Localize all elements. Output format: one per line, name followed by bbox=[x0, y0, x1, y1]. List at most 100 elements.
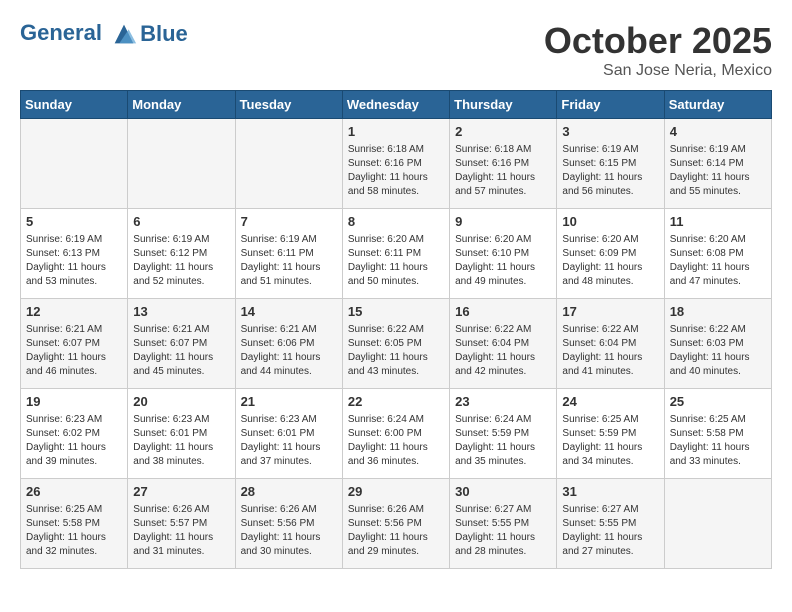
day-number: 27 bbox=[133, 483, 229, 501]
day-info: Sunrise: 6:21 AM Sunset: 6:06 PM Dayligh… bbox=[241, 323, 337, 379]
day-number: 17 bbox=[562, 303, 658, 321]
calendar-day-8: 8 Sunrise: 6:20 AM Sunset: 6:11 PM Daylig… bbox=[342, 209, 449, 299]
calendar-day-20: 20Sunrise: 6:23 AM Sunset: 6:01 PM Dayli… bbox=[128, 389, 235, 479]
calendar-day-24: 24Sunrise: 6:25 AM Sunset: 5:59 PM Dayli… bbox=[557, 389, 664, 479]
day-info: Sunrise: 6:26 AM Sunset: 5:57 PM Dayligh… bbox=[133, 503, 229, 559]
day-number: 29 bbox=[348, 483, 444, 501]
weekday-header-sunday: Sunday bbox=[21, 91, 128, 119]
day-info: Sunrise: 6:20 AM Sunset: 6:08 PM Dayligh… bbox=[670, 233, 766, 289]
day-info: Sunrise: 6:19 AM Sunset: 6:15 PM Dayligh… bbox=[562, 143, 658, 199]
day-number: 10 bbox=[562, 213, 658, 231]
calendar-day-12: 12 Sunrise: 6:21 AM Sunset: 6:07 PM Dayli… bbox=[21, 299, 128, 389]
calendar-day-23: 23 Sunrise: 6:24 AM Sunset: 5:59 PM Dayli… bbox=[450, 389, 557, 479]
day-info: Sunrise: 6:22 AM Sunset: 6:04 PM Dayligh… bbox=[562, 323, 658, 379]
calendar-day-13: 13Sunrise: 6:21 AM Sunset: 6:07 PM Dayli… bbox=[128, 299, 235, 389]
day-info: Sunrise: 6:27 AM Sunset: 5:55 PM Dayligh… bbox=[455, 503, 551, 559]
calendar-day-5: 5 Sunrise: 6:19 AM Sunset: 6:13 PM Daylig… bbox=[21, 209, 128, 299]
calendar-week-1: 5 Sunrise: 6:19 AM Sunset: 6:13 PM Daylig… bbox=[21, 209, 772, 299]
weekday-header-row: SundayMondayTuesdayWednesdayThursdayFrid… bbox=[21, 91, 772, 119]
day-number: 2 bbox=[455, 123, 551, 141]
calendar-day-30: 30 Sunrise: 6:27 AM Sunset: 5:55 PM Dayli… bbox=[450, 479, 557, 569]
day-number: 9 bbox=[455, 213, 551, 231]
day-number: 4 bbox=[670, 123, 766, 141]
calendar-body: 1 Sunrise: 6:18 AM Sunset: 6:16 PM Daylig… bbox=[21, 119, 772, 569]
day-info: Sunrise: 6:22 AM Sunset: 6:04 PM Dayligh… bbox=[455, 323, 551, 379]
day-info: Sunrise: 6:25 AM Sunset: 5:58 PM Dayligh… bbox=[26, 503, 122, 559]
logo-text-general: General bbox=[20, 20, 102, 45]
day-number: 22 bbox=[348, 393, 444, 411]
day-number: 25 bbox=[670, 393, 766, 411]
day-number: 13 bbox=[133, 303, 229, 321]
day-number: 31 bbox=[562, 483, 658, 501]
calendar-day-19: 19 Sunrise: 6:23 AM Sunset: 6:02 PM Dayli… bbox=[21, 389, 128, 479]
calendar-day-1: 1 Sunrise: 6:18 AM Sunset: 6:16 PM Daylig… bbox=[342, 119, 449, 209]
day-number: 8 bbox=[348, 213, 444, 231]
day-info: Sunrise: 6:26 AM Sunset: 5:56 PM Dayligh… bbox=[348, 503, 444, 559]
calendar-day-26: 26 Sunrise: 6:25 AM Sunset: 5:58 PM Dayli… bbox=[21, 479, 128, 569]
day-number: 11 bbox=[670, 213, 766, 231]
calendar-table: SundayMondayTuesdayWednesdayThursdayFrid… bbox=[20, 90, 772, 569]
day-number: 30 bbox=[455, 483, 551, 501]
day-number: 3 bbox=[562, 123, 658, 141]
day-number: 14 bbox=[241, 303, 337, 321]
calendar-day-28: 28 Sunrise: 6:26 AM Sunset: 5:56 PM Dayli… bbox=[235, 479, 342, 569]
calendar-week-4: 26 Sunrise: 6:25 AM Sunset: 5:58 PM Dayli… bbox=[21, 479, 772, 569]
day-info: Sunrise: 6:21 AM Sunset: 6:07 PM Dayligh… bbox=[26, 323, 122, 379]
day-info: Sunrise: 6:24 AM Sunset: 6:00 PM Dayligh… bbox=[348, 413, 444, 469]
month-title: October 2025 bbox=[544, 20, 772, 62]
day-number: 18 bbox=[670, 303, 766, 321]
day-info: Sunrise: 6:20 AM Sunset: 6:11 PM Dayligh… bbox=[348, 233, 444, 289]
calendar-day-27: 27 Sunrise: 6:26 AM Sunset: 5:57 PM Dayli… bbox=[128, 479, 235, 569]
calendar-day-14: 14 Sunrise: 6:21 AM Sunset: 6:06 PM Dayli… bbox=[235, 299, 342, 389]
title-block: October 2025 San Jose Neria, Mexico bbox=[544, 20, 772, 80]
day-number: 19 bbox=[26, 393, 122, 411]
day-number: 16 bbox=[455, 303, 551, 321]
day-info: Sunrise: 6:19 AM Sunset: 6:13 PM Dayligh… bbox=[26, 233, 122, 289]
weekday-header-saturday: Saturday bbox=[664, 91, 771, 119]
logo: General Blue bbox=[20, 20, 188, 48]
day-info: Sunrise: 6:26 AM Sunset: 5:56 PM Dayligh… bbox=[241, 503, 337, 559]
weekday-header-thursday: Thursday bbox=[450, 91, 557, 119]
day-info: Sunrise: 6:20 AM Sunset: 6:09 PM Dayligh… bbox=[562, 233, 658, 289]
day-number: 5 bbox=[26, 213, 122, 231]
day-number: 1 bbox=[348, 123, 444, 141]
day-number: 12 bbox=[26, 303, 122, 321]
day-info: Sunrise: 6:27 AM Sunset: 5:55 PM Dayligh… bbox=[562, 503, 658, 559]
day-info: Sunrise: 6:23 AM Sunset: 6:02 PM Dayligh… bbox=[26, 413, 122, 469]
day-info: Sunrise: 6:22 AM Sunset: 6:05 PM Dayligh… bbox=[348, 323, 444, 379]
logo-icon bbox=[110, 20, 138, 48]
weekday-header-wednesday: Wednesday bbox=[342, 91, 449, 119]
calendar-week-3: 19 Sunrise: 6:23 AM Sunset: 6:02 PM Dayli… bbox=[21, 389, 772, 479]
day-info: Sunrise: 6:18 AM Sunset: 6:16 PM Dayligh… bbox=[348, 143, 444, 199]
calendar-empty-cell bbox=[21, 119, 128, 209]
day-number: 15 bbox=[348, 303, 444, 321]
day-info: Sunrise: 6:22 AM Sunset: 6:03 PM Dayligh… bbox=[670, 323, 766, 379]
calendar-day-22: 22 Sunrise: 6:24 AM Sunset: 6:00 PM Dayli… bbox=[342, 389, 449, 479]
calendar-week-0: 1 Sunrise: 6:18 AM Sunset: 6:16 PM Daylig… bbox=[21, 119, 772, 209]
location: San Jose Neria, Mexico bbox=[544, 62, 772, 80]
day-info: Sunrise: 6:25 AM Sunset: 5:58 PM Dayligh… bbox=[670, 413, 766, 469]
calendar-day-21: 21Sunrise: 6:23 AM Sunset: 6:01 PM Dayli… bbox=[235, 389, 342, 479]
day-info: Sunrise: 6:19 AM Sunset: 6:12 PM Dayligh… bbox=[133, 233, 229, 289]
calendar-day-31: 31 Sunrise: 6:27 AM Sunset: 5:55 PM Dayli… bbox=[557, 479, 664, 569]
calendar-day-29: 29 Sunrise: 6:26 AM Sunset: 5:56 PM Dayli… bbox=[342, 479, 449, 569]
day-number: 28 bbox=[241, 483, 337, 501]
calendar-empty-cell bbox=[128, 119, 235, 209]
day-info: Sunrise: 6:24 AM Sunset: 5:59 PM Dayligh… bbox=[455, 413, 551, 469]
day-info: Sunrise: 6:19 AM Sunset: 6:14 PM Dayligh… bbox=[670, 143, 766, 199]
weekday-header-monday: Monday bbox=[128, 91, 235, 119]
calendar-day-17: 17 Sunrise: 6:22 AM Sunset: 6:04 PM Dayli… bbox=[557, 299, 664, 389]
calendar-day-10: 10 Sunrise: 6:20 AM Sunset: 6:09 PM Dayli… bbox=[557, 209, 664, 299]
calendar-day-3: 3 Sunrise: 6:19 AM Sunset: 6:15 PM Daylig… bbox=[557, 119, 664, 209]
day-number: 23 bbox=[455, 393, 551, 411]
calendar-week-2: 12 Sunrise: 6:21 AM Sunset: 6:07 PM Dayli… bbox=[21, 299, 772, 389]
calendar-day-9: 9 Sunrise: 6:20 AM Sunset: 6:10 PM Daylig… bbox=[450, 209, 557, 299]
logo-text-blue: Blue bbox=[140, 22, 188, 46]
weekday-header-tuesday: Tuesday bbox=[235, 91, 342, 119]
day-number: 26 bbox=[26, 483, 122, 501]
calendar-day-15: 15 Sunrise: 6:22 AM Sunset: 6:05 PM Dayli… bbox=[342, 299, 449, 389]
day-number: 20 bbox=[133, 393, 229, 411]
day-info: Sunrise: 6:20 AM Sunset: 6:10 PM Dayligh… bbox=[455, 233, 551, 289]
calendar-day-25: 25 Sunrise: 6:25 AM Sunset: 5:58 PM Dayli… bbox=[664, 389, 771, 479]
page-header: General Blue October 2025 San Jose Neria… bbox=[20, 20, 772, 80]
